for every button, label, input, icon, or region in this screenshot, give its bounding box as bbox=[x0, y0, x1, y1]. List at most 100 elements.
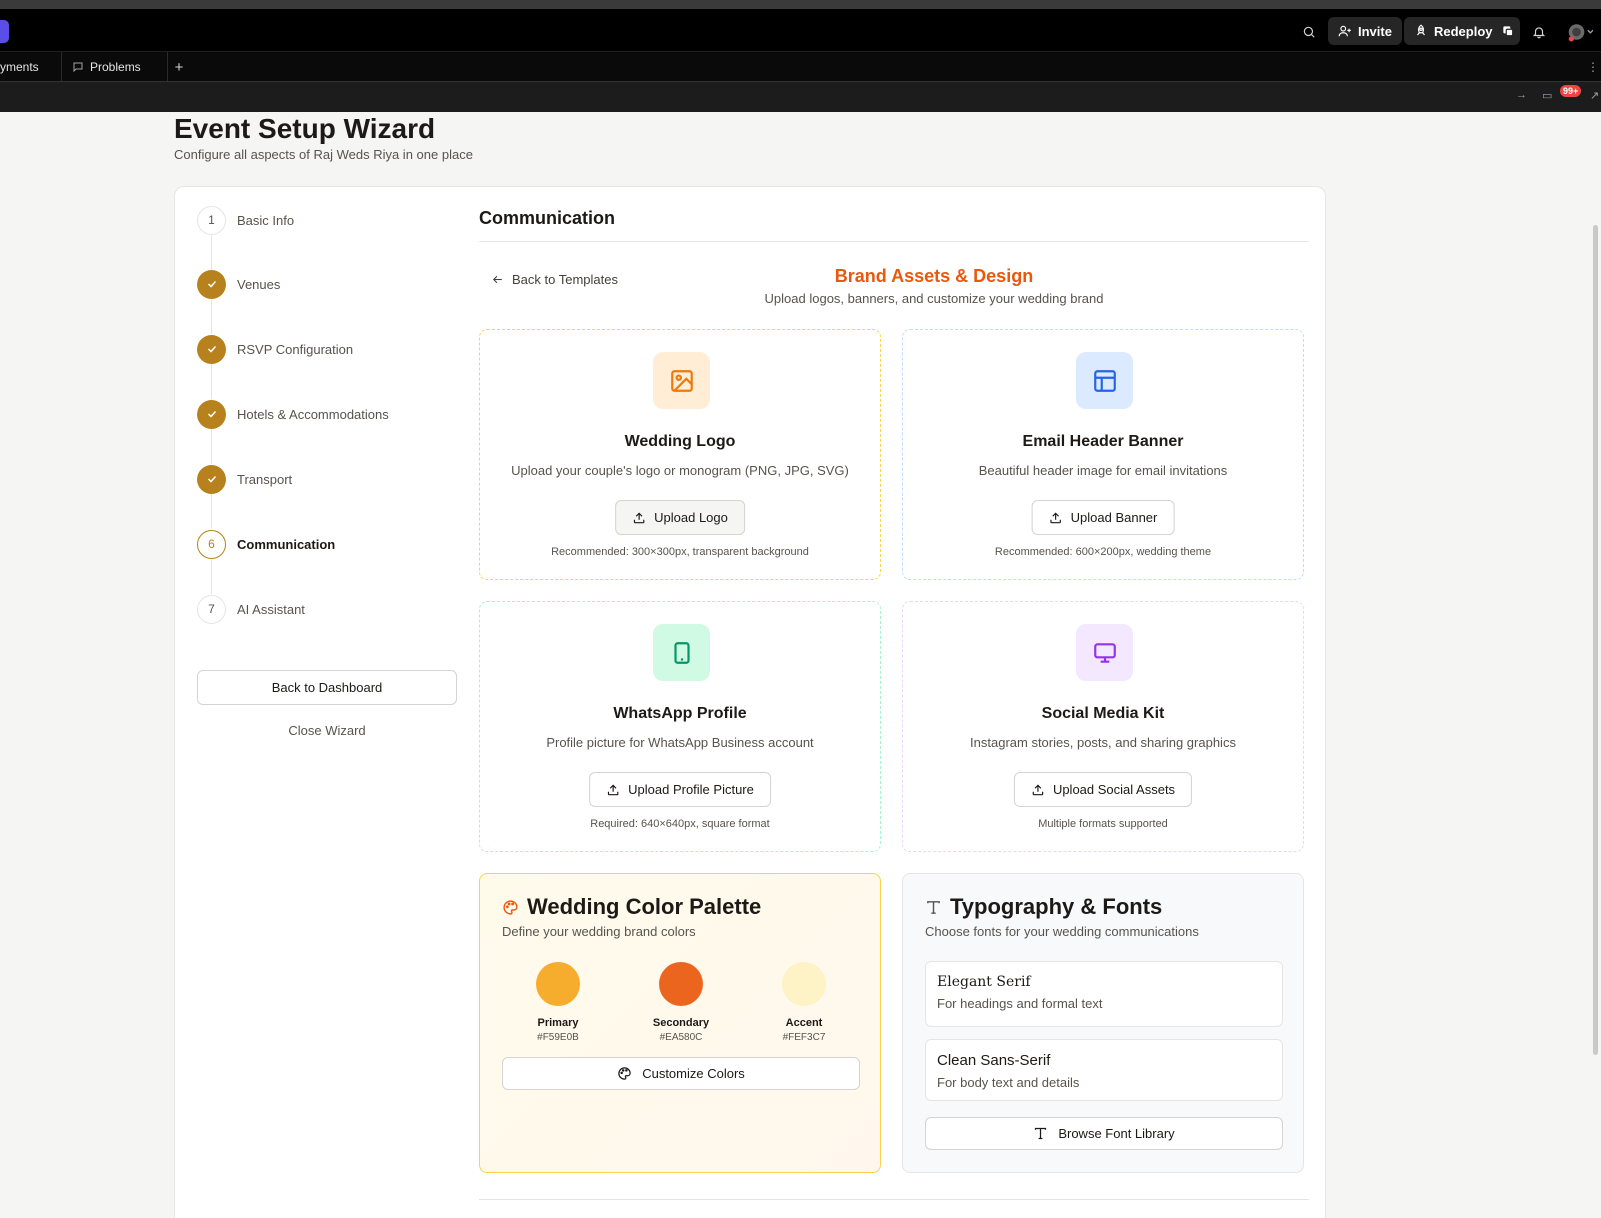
step-connector bbox=[211, 494, 212, 529]
step-connector bbox=[211, 235, 212, 270]
monitor-icon[interactable]: ▭ bbox=[1542, 89, 1552, 102]
tab-label: yments bbox=[0, 60, 39, 74]
color-dot bbox=[659, 962, 703, 1006]
invite-button[interactable]: Invite bbox=[1328, 17, 1402, 45]
upload-profile-picture-button[interactable]: Upload Profile Picture bbox=[589, 772, 771, 807]
panel-subtitle: Choose fonts for your wedding communicat… bbox=[925, 924, 1199, 939]
swatch-hex: #F59E0B bbox=[537, 1032, 579, 1043]
step-ai-assistant[interactable]: 7 AI Assistant bbox=[197, 594, 305, 624]
card-title: WhatsApp Profile bbox=[613, 705, 747, 722]
card-description: Upload your couple's logo or monogram (P… bbox=[511, 463, 849, 478]
step-hotels[interactable]: Hotels & Accommodations bbox=[197, 399, 389, 429]
add-tab-button[interactable]: + bbox=[168, 52, 190, 82]
panel-title: Wedding Color Palette bbox=[502, 894, 761, 920]
upload-banner-button[interactable]: Upload Banner bbox=[1031, 500, 1175, 535]
panel-subtitle: Define your wedding brand colors bbox=[502, 924, 696, 939]
step-connector bbox=[211, 559, 212, 594]
upload-social-assets-button[interactable]: Upload Social Assets bbox=[1013, 772, 1193, 807]
search-icon[interactable] bbox=[1296, 19, 1322, 45]
invite-label: Invite bbox=[1358, 23, 1392, 39]
font-name: Clean Sans-Serif bbox=[937, 1052, 1051, 1069]
step-connector bbox=[211, 429, 212, 464]
check-icon bbox=[197, 334, 226, 364]
upload-icon bbox=[607, 784, 619, 795]
top-bar: Invite Redeploy bbox=[0, 9, 1601, 51]
color-swatch-secondary[interactable]: Secondary #EA580C bbox=[641, 962, 721, 1043]
check-icon bbox=[197, 399, 226, 429]
card-title: Wedding Logo bbox=[624, 433, 736, 450]
more-vertical-icon[interactable]: ⋮ bbox=[1587, 52, 1601, 82]
wizard-card: 1 Basic Info Venues RSVP Configuration H… bbox=[174, 186, 1326, 1218]
font-option-elegant-serif[interactable]: Elegant Serif For headings and formal te… bbox=[925, 961, 1283, 1027]
step-number: 7 bbox=[197, 594, 226, 624]
card-note: Recommended: 600×200px, wedding theme bbox=[994, 546, 1212, 558]
card-title: Social Media Kit bbox=[1041, 705, 1165, 722]
step-label: Venues bbox=[237, 276, 281, 292]
notification-badge: 99+ bbox=[1560, 85, 1582, 97]
bell-icon[interactable] bbox=[1526, 19, 1552, 45]
avatar[interactable] bbox=[1562, 19, 1598, 45]
customize-colors-label: Customize Colors bbox=[642, 1066, 745, 1081]
card-description: Beautiful header image for email invitat… bbox=[978, 463, 1228, 478]
card-description: Instagram stories, posts, and sharing gr… bbox=[970, 735, 1236, 750]
color-swatch-accent[interactable]: Accent #FEF3C7 bbox=[764, 962, 844, 1043]
user-plus-icon bbox=[1338, 25, 1351, 37]
image-icon bbox=[653, 352, 710, 409]
layout-icon bbox=[1076, 352, 1133, 409]
tab-label: Problems bbox=[90, 60, 141, 74]
browse-font-library-button[interactable]: Browse Font Library bbox=[925, 1117, 1283, 1150]
step-transport[interactable]: Transport bbox=[197, 464, 292, 494]
panel-title: Typography & Fonts bbox=[925, 894, 1162, 920]
card-note: Required: 640×640px, square format bbox=[590, 818, 770, 830]
redeploy-label: Redeploy bbox=[1434, 23, 1493, 39]
font-description: For body text and details bbox=[937, 1075, 1080, 1090]
scrollbar[interactable] bbox=[1593, 225, 1598, 1055]
brand-assets-title: Brand Assets & Design bbox=[834, 266, 1034, 286]
divider bbox=[479, 241, 1309, 242]
font-description: For headings and formal text bbox=[937, 996, 1103, 1011]
step-basic-info[interactable]: 1 Basic Info bbox=[197, 205, 294, 235]
swatch-name: Secondary bbox=[652, 1017, 710, 1029]
deploy-options-button[interactable] bbox=[1496, 17, 1520, 45]
palette-icon bbox=[503, 899, 518, 915]
font-option-clean-sans[interactable]: Clean Sans-Serif For body text and detai… bbox=[925, 1039, 1283, 1101]
upload-icon bbox=[633, 512, 645, 523]
step-connector bbox=[211, 299, 212, 334]
customize-colors-button[interactable]: Customize Colors bbox=[502, 1057, 860, 1090]
type-icon bbox=[927, 900, 940, 914]
tab-problems[interactable]: Problems bbox=[62, 52, 168, 82]
card-title: Email Header Banner bbox=[1022, 433, 1184, 450]
external-link-icon[interactable]: ↗ bbox=[1590, 89, 1599, 102]
step-connector bbox=[211, 364, 212, 399]
email-header-banner-card: Email Header Banner Beautiful header ima… bbox=[902, 329, 1304, 580]
step-label: Basic Info bbox=[237, 212, 295, 228]
swatch-name: Primary bbox=[537, 1017, 579, 1029]
step-venues[interactable]: Venues bbox=[197, 269, 280, 299]
step-label: Communication bbox=[237, 536, 336, 552]
browse-font-library-label: Browse Font Library bbox=[1058, 1126, 1175, 1141]
window-chrome bbox=[0, 0, 1601, 9]
redeploy-button[interactable]: Redeploy bbox=[1404, 17, 1503, 45]
color-dot bbox=[536, 962, 580, 1006]
step-communication[interactable]: 6 Communication bbox=[197, 529, 335, 559]
tab-bar: yments Problems + ⋮ bbox=[0, 51, 1601, 82]
brand-assets-subtitle: Upload logos, banners, and customize you… bbox=[764, 291, 1104, 306]
color-swatch-primary[interactable]: Primary #F59E0B bbox=[518, 962, 598, 1043]
swatch-hex: #FEF3C7 bbox=[782, 1032, 826, 1043]
typography-panel: Typography & Fonts Choose fonts for your… bbox=[902, 873, 1304, 1173]
tab-deployments[interactable]: yments bbox=[0, 52, 62, 82]
step-rsvp[interactable]: RSVP Configuration bbox=[197, 334, 353, 364]
upload-logo-label: Upload Logo bbox=[654, 510, 728, 525]
arrow-right-icon[interactable]: → bbox=[1516, 89, 1527, 101]
swatch-name: Accent bbox=[785, 1017, 823, 1029]
close-wizard-button[interactable]: Close Wizard bbox=[197, 715, 457, 745]
url-bar: → ▭ 99+ ↗ bbox=[0, 81, 1601, 112]
step-label: Hotels & Accommodations bbox=[237, 406, 389, 422]
color-palette-panel: Wedding Color Palette Define your weddin… bbox=[479, 873, 881, 1173]
upload-logo-button[interactable]: Upload Logo bbox=[615, 500, 745, 535]
app-logo[interactable] bbox=[0, 20, 9, 43]
step-label: AI Assistant bbox=[237, 601, 305, 617]
color-dot bbox=[782, 962, 826, 1006]
monitor-icon bbox=[1076, 624, 1133, 681]
back-to-dashboard-button[interactable]: Back to Dashboard bbox=[197, 670, 457, 705]
